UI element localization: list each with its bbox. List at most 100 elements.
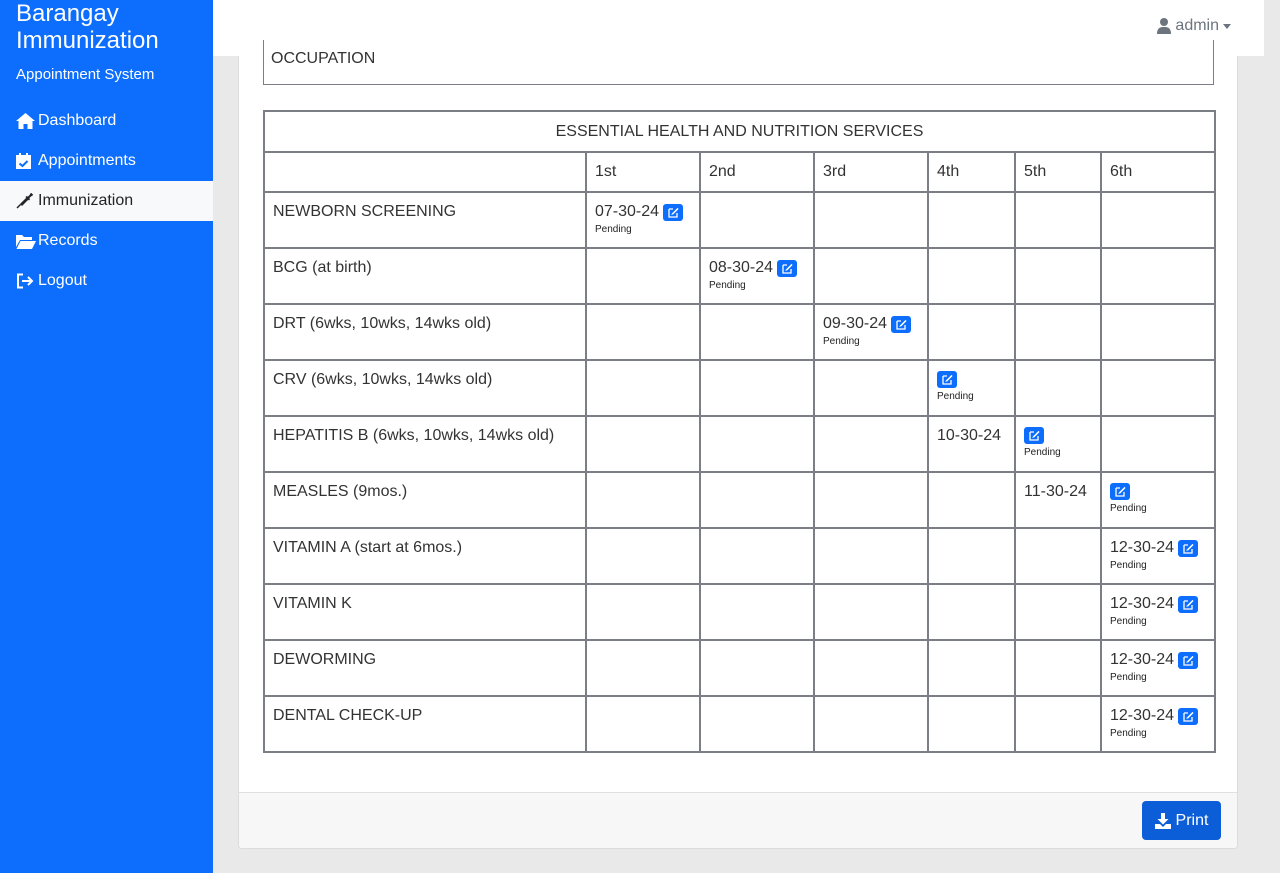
dose-cell <box>813 695 929 753</box>
edit-icon[interactable] <box>777 259 798 277</box>
occupation-field-box <box>263 40 1214 85</box>
dose-cell <box>813 639 929 697</box>
dose-cell: 12-30-24 Pending <box>1099 695 1217 753</box>
status-text: Pending <box>709 280 746 291</box>
dose-date-line: 12-30-24 <box>1110 595 1206 613</box>
brand-subtitle: Appointment System <box>16 66 155 83</box>
sidebar-item-dashboard[interactable]: Dashboard <box>0 101 213 141</box>
edit-icon[interactable] <box>1178 595 1199 613</box>
services-table: ESSENTIAL HEALTH AND NUTRITION SERVICES … <box>262 110 1217 753</box>
service-name: DRT (6wks, 10wks, 14wks old) <box>263 303 587 361</box>
edit-icon[interactable] <box>1178 651 1199 669</box>
dose-cell <box>699 639 815 697</box>
dose-date-line: 12-30-24 <box>1110 539 1206 557</box>
dose-date: 12-30-24 <box>1110 539 1175 556</box>
chevron-down-icon <box>1223 23 1231 29</box>
status-text: Pending <box>1110 616 1147 627</box>
dose-cell <box>585 527 701 585</box>
status-text: Pending <box>1110 560 1147 571</box>
table-row: MEASLES (9mos.) 11-30-24 Pending <box>263 471 1217 529</box>
dose-cell <box>699 415 815 473</box>
dose-cell <box>699 471 815 529</box>
dose-cell <box>699 191 815 249</box>
service-name: CRV (6wks, 10wks, 14wks old) <box>263 359 587 417</box>
dose-date: 12-30-24 <box>1110 595 1175 612</box>
print-button[interactable]: Print <box>1142 801 1221 840</box>
dose-cell <box>813 583 929 641</box>
dose-date: 11-30-24 <box>1024 483 1087 500</box>
sidebar-item-label: Dashboard <box>38 112 117 129</box>
dose-cell <box>1014 639 1102 697</box>
dose-cell <box>927 303 1016 361</box>
status-text: Pending <box>1024 447 1061 458</box>
column-header-dose: 6th <box>1099 151 1217 193</box>
dose-cell <box>813 471 929 529</box>
service-name: MEASLES (9mos.) <box>263 471 587 529</box>
dose-cell: Pending <box>1014 415 1102 473</box>
dose-cell <box>927 583 1016 641</box>
edit-icon[interactable] <box>937 371 957 388</box>
syringe-icon <box>16 192 36 210</box>
dose-cell <box>927 471 1016 529</box>
sidebar-item-immunization[interactable]: Immunization <box>0 181 213 221</box>
user-name: admin <box>1175 17 1219 34</box>
dose-cell: 09-30-24 Pending <box>813 303 929 361</box>
home-icon <box>16 112 36 130</box>
dose-cell <box>927 247 1016 305</box>
service-name: HEPATITIS B (6wks, 10wks, 14wks old) <box>263 415 587 473</box>
dose-cell <box>1014 527 1102 585</box>
dose-cell <box>699 527 815 585</box>
dose-cell: 11-30-24 <box>1014 471 1102 529</box>
dose-date: 08-30-24 <box>709 259 774 276</box>
edit-icon[interactable] <box>663 203 684 221</box>
dose-cell: Pending <box>927 359 1016 417</box>
column-header-dose: 3rd <box>813 151 929 193</box>
service-name: BCG (at birth) <box>263 247 587 305</box>
edit-icon[interactable] <box>1178 707 1199 725</box>
table-row: VITAMIN A (start at 6mos.) 12-30-24 Pendin… <box>263 527 1217 585</box>
sidebar-item-records[interactable]: Records <box>0 221 213 261</box>
dose-cell <box>1099 359 1217 417</box>
sidebar: Barangay Immunization Appointment System… <box>0 0 213 873</box>
edit-icon[interactable] <box>1110 483 1130 500</box>
service-name: VITAMIN K <box>263 583 587 641</box>
sidebar-item-logout[interactable]: Logout <box>0 261 213 301</box>
sidebar-item-label: Appointments <box>38 152 136 169</box>
dose-cell <box>813 359 929 417</box>
dose-cell: 12-30-24 Pending <box>1099 639 1217 697</box>
brand-title-line-1: Barangay <box>16 0 119 27</box>
dose-cell <box>927 527 1016 585</box>
dose-cell <box>927 191 1016 249</box>
sidebar-item-label: Immunization <box>38 192 134 209</box>
sign-out-icon <box>16 272 36 290</box>
dose-date-line: 12-30-24 <box>1110 707 1206 725</box>
status-text: Pending <box>937 391 974 402</box>
print-button-label: Print <box>1175 811 1209 829</box>
edit-icon[interactable] <box>891 315 912 333</box>
dose-date: 09-30-24 <box>823 315 888 332</box>
edit-icon[interactable] <box>1024 427 1044 444</box>
table-row: HEPATITIS B (6wks, 10wks, 14wks old) 10-3… <box>263 415 1217 473</box>
table-row: VITAMIN K 12-30-24 Pending <box>263 583 1217 641</box>
column-header-dose: 2nd <box>699 151 815 193</box>
dose-cell: 12-30-24 Pending <box>1099 583 1217 641</box>
dose-cell <box>813 415 929 473</box>
dose-cell <box>699 695 815 753</box>
dose-date-line: 07-30-24 <box>595 203 691 221</box>
dose-cell <box>1099 247 1217 305</box>
user-menu-dropdown[interactable]: admin <box>1157 17 1231 35</box>
status-text: Pending <box>823 336 860 347</box>
status-text: Pending <box>1110 503 1147 514</box>
dose-cell <box>1099 415 1217 473</box>
edit-icon[interactable] <box>1178 539 1199 557</box>
dose-date-line: 12-30-24 <box>1110 651 1206 669</box>
status-text: Pending <box>1110 728 1147 739</box>
dose-date-line <box>1024 427 1092 444</box>
dose-cell: 07-30-24 Pending <box>585 191 701 249</box>
sidebar-item-appointments[interactable]: Appointments <box>0 141 213 181</box>
service-name: DENTAL CHECK-UP <box>263 695 587 753</box>
dose-date: 07-30-24 <box>595 203 660 220</box>
column-header-dose: 4th <box>927 151 1016 193</box>
dose-cell <box>585 639 701 697</box>
dose-date: 12-30-24 <box>1110 651 1175 668</box>
